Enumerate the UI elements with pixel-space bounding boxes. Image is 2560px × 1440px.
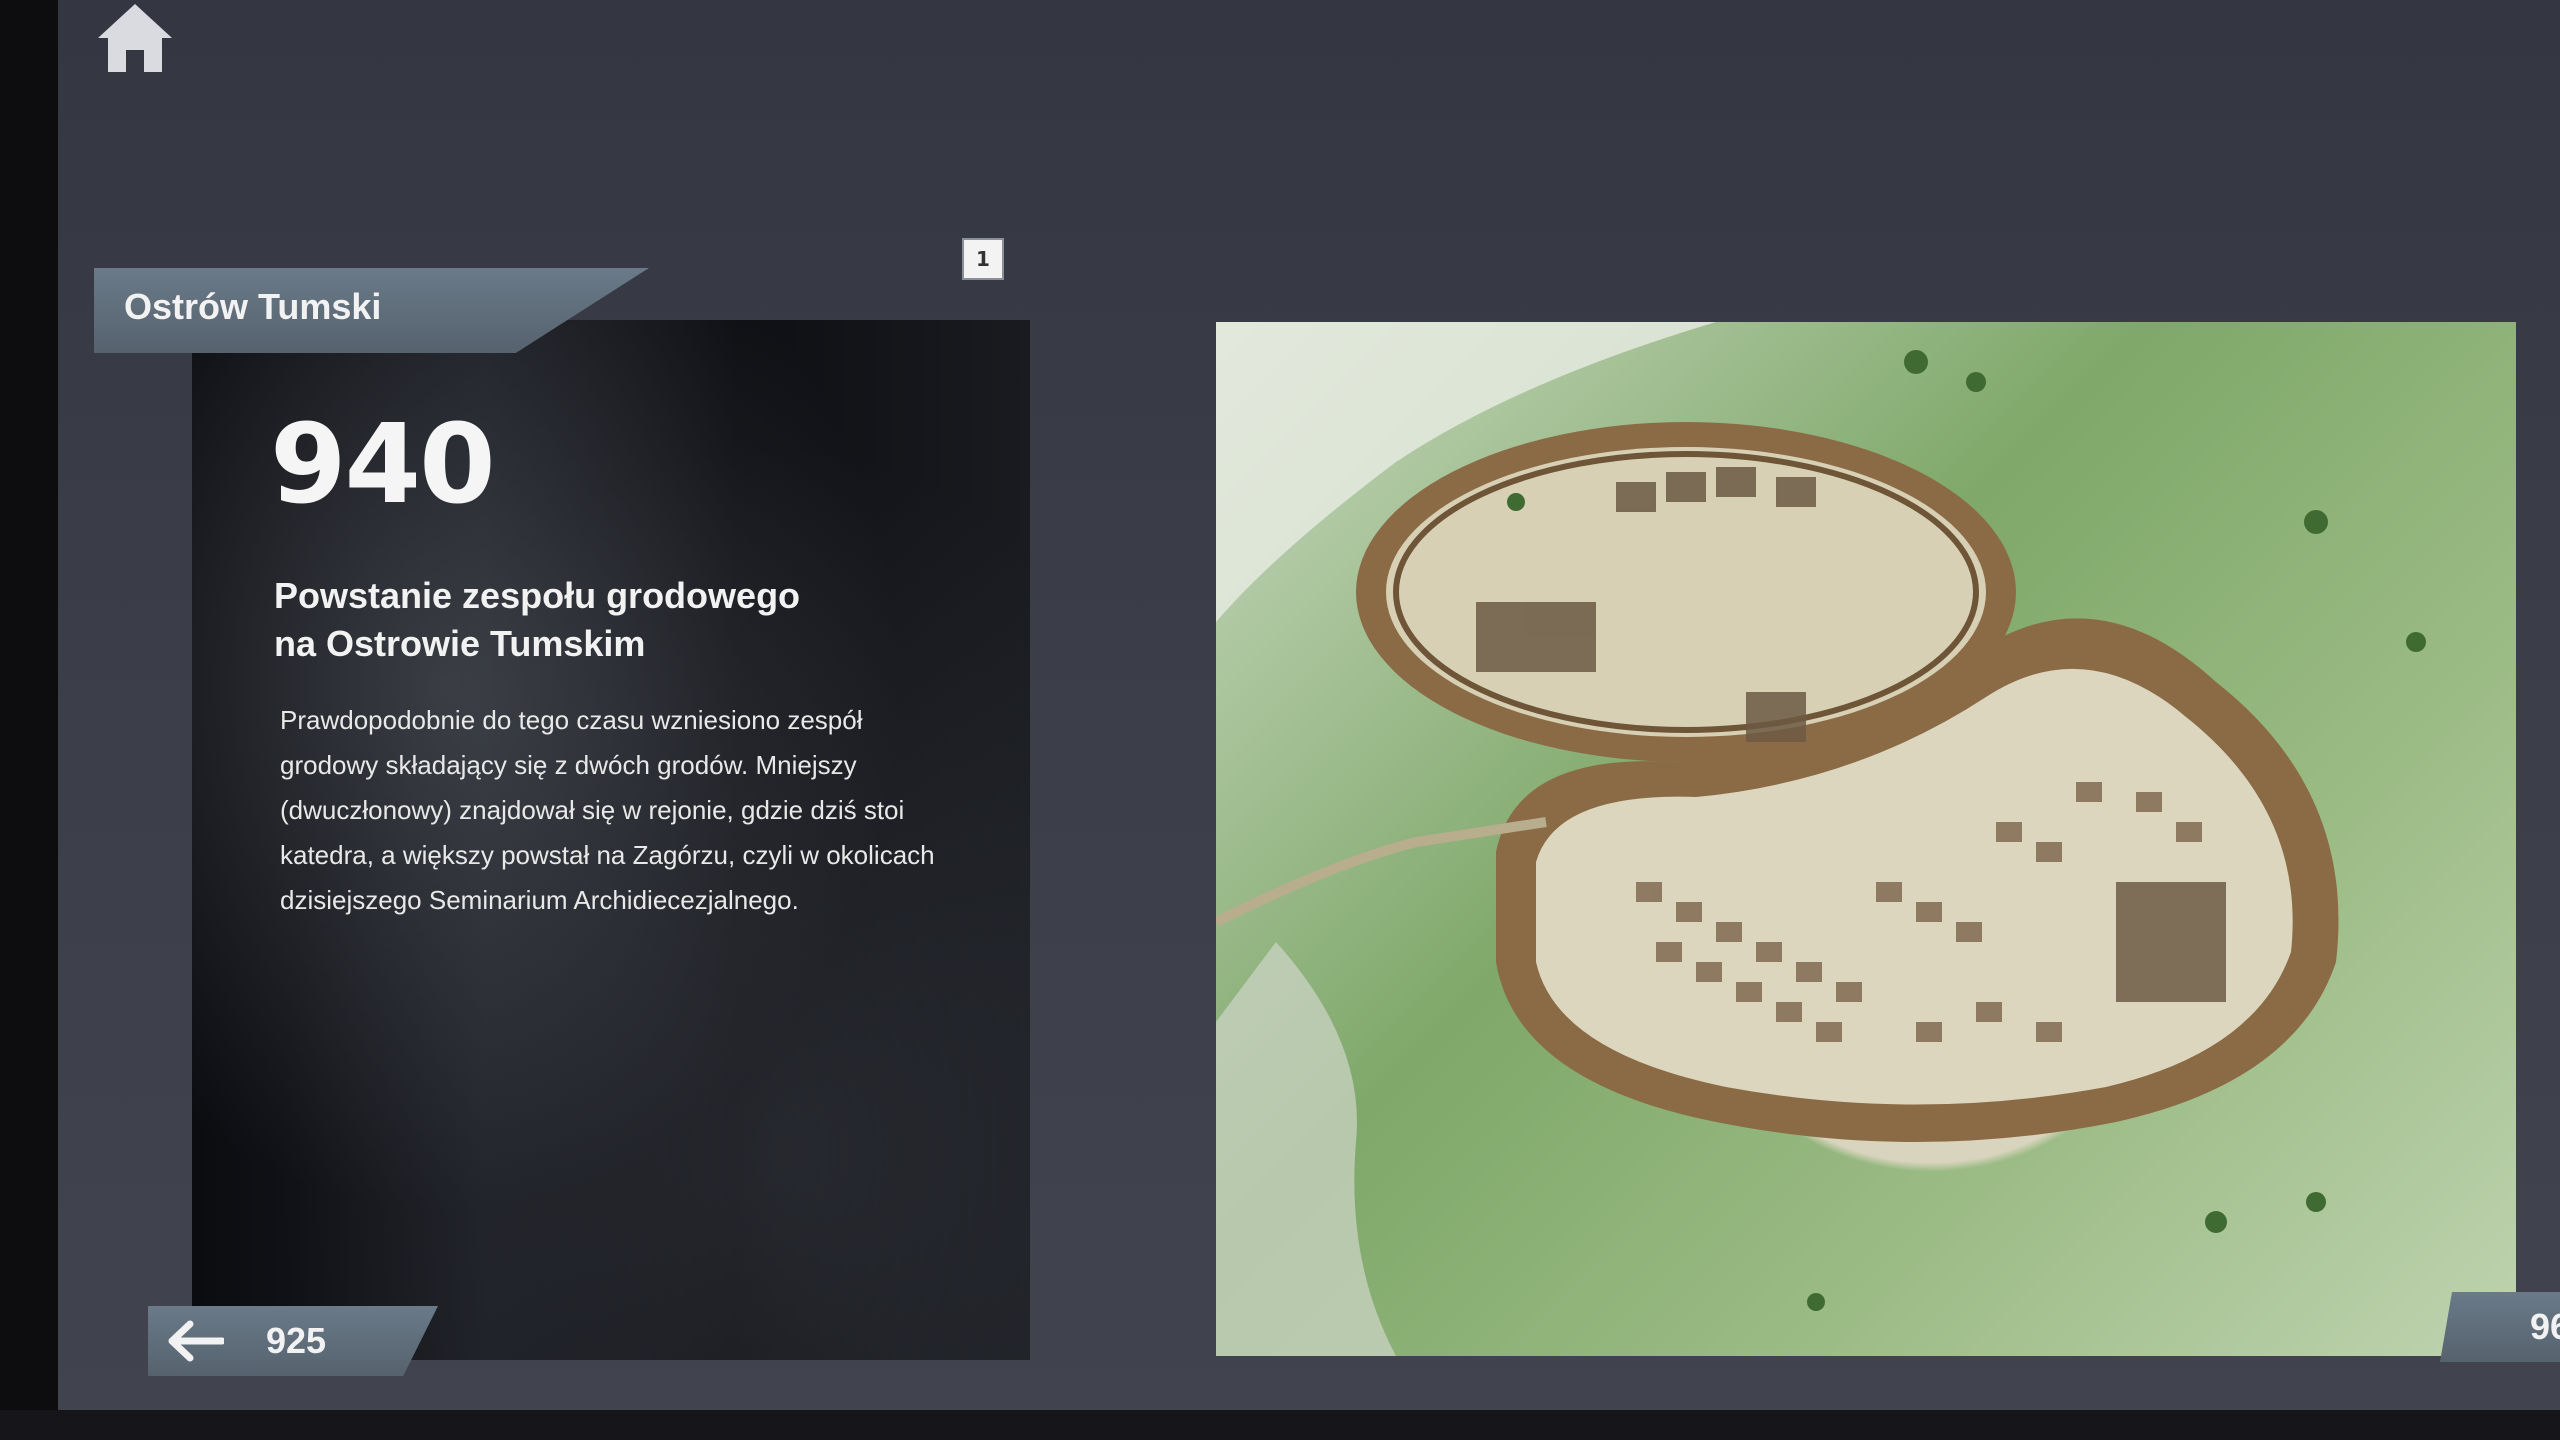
previous-year-label: 925 [266, 1320, 327, 1361]
home-icon [98, 4, 172, 72]
stronghold-drawing [1216, 322, 2426, 1356]
section-title: Ostrów Tumski [124, 286, 382, 327]
next-year-button[interactable]: 96 [2440, 1292, 2560, 1362]
event-description: Prawdopodobnie do tego czasu wzniesiono … [280, 705, 935, 915]
event-title: Powstanie zespołu grodowego na Ostrowie … [274, 575, 801, 664]
home-button[interactable] [90, 0, 180, 75]
previous-year-button[interactable]: 925 [148, 1306, 438, 1376]
page-indicator[interactable]: 1 [962, 238, 1004, 280]
info-panel: 940 Powstanie zespołu grodowego na Ostro… [192, 320, 1030, 1360]
arrow-left-icon [168, 1320, 224, 1362]
event-year: 940 [270, 400, 496, 528]
stronghold-illustration [1216, 322, 2516, 1356]
next-year-label: 96 [2530, 1306, 2560, 1347]
monitor-bezel-bottom [0, 1410, 2560, 1440]
